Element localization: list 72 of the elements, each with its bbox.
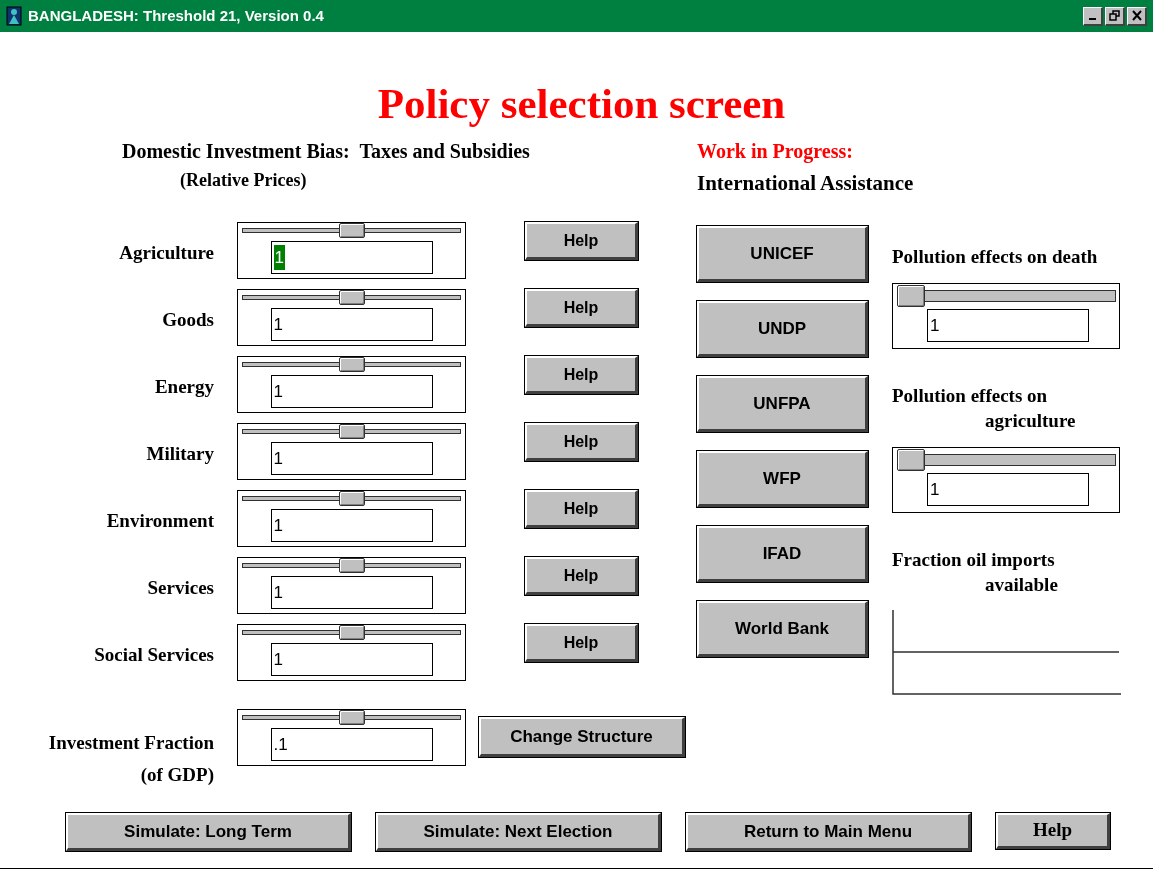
category-label: Energy [154, 375, 214, 399]
close-button[interactable] [1127, 6, 1147, 26]
value-field[interactable]: 1 [927, 473, 1089, 506]
effect-label: Pollution effects on agriculture [892, 384, 1077, 433]
section-subtitle: (Relative Prices) [180, 169, 308, 192]
action-button[interactable]: Simulate: Long Term [66, 813, 351, 851]
effect-label: Pollution effects on death [892, 245, 1099, 269]
slider-thumb[interactable] [338, 357, 365, 372]
action-button[interactable]: Return to Main Menu [686, 813, 971, 851]
action-button[interactable]: Simulate: Next Election [376, 813, 661, 851]
slider[interactable] [897, 449, 1116, 471]
slider[interactable] [897, 285, 1116, 307]
value-field[interactable]: 1 [270, 241, 433, 274]
investment-label: Investment Fraction (of GDP) [48, 731, 214, 787]
category-label: Military [146, 442, 214, 466]
minimize-icon [1089, 18, 1096, 20]
slider[interactable] [242, 558, 461, 573]
value-field[interactable]: 1 [927, 309, 1089, 342]
restore-button[interactable] [1105, 6, 1125, 26]
window-title: BANGLADESH: Threshold 21, Version 0.4 [28, 5, 324, 26]
slider-thumb[interactable] [338, 223, 365, 238]
slider[interactable] [242, 491, 461, 506]
category-label: Agriculture [119, 241, 214, 265]
agency-button[interactable]: World Bank [697, 601, 868, 657]
slider[interactable] [242, 223, 461, 238]
agency-button[interactable]: IFAD [697, 526, 868, 582]
agency-button[interactable]: UNFPA [697, 376, 868, 432]
help-button[interactable]: Help [525, 624, 638, 662]
category-label: Social Services [94, 643, 214, 667]
help-button[interactable]: Help [525, 557, 638, 595]
effect-label: Fraction oil imports available [892, 548, 1059, 597]
value-field[interactable]: 1 [270, 509, 433, 542]
screen-heading: Policy selection screen [377, 79, 786, 129]
value-field[interactable]: 1 [270, 576, 433, 609]
minimize-button[interactable] [1083, 6, 1103, 26]
slider-thumb[interactable] [338, 424, 365, 439]
restore-icon [1108, 10, 1121, 21]
slider-thumb[interactable] [338, 625, 365, 640]
slider-thumb[interactable] [338, 491, 365, 506]
slider[interactable] [242, 625, 461, 640]
slider-thumb[interactable] [338, 558, 365, 573]
slider-thumb[interactable] [897, 449, 925, 471]
action-button[interactable]: Help [996, 813, 1110, 849]
value-field[interactable]: 1 [270, 442, 433, 475]
agency-button[interactable]: UNDP [697, 301, 868, 357]
help-button[interactable]: Help [525, 222, 638, 260]
value-field[interactable]: 1 [270, 375, 433, 408]
category-label: Services [147, 576, 214, 600]
close-icon [1130, 10, 1143, 21]
section-title: Domestic Investment Bias: Taxes and Subsidies [122, 139, 531, 164]
value-field[interactable]: 1 [270, 308, 433, 341]
help-button[interactable]: Help [525, 289, 638, 327]
agency-button[interactable]: UNICEF [697, 226, 868, 282]
value-field[interactable]: .1 [270, 728, 433, 761]
value-field[interactable]: 1 [270, 643, 433, 676]
help-button[interactable]: Help [525, 423, 638, 461]
help-button[interactable]: Help [525, 490, 638, 528]
slider-thumb[interactable] [338, 710, 365, 725]
app-icon [6, 6, 22, 26]
progress-note: Work in Progress: [697, 139, 854, 164]
slider-thumb[interactable] [897, 285, 925, 307]
category-label: Environment [106, 509, 214, 533]
slider[interactable] [242, 424, 461, 439]
category-label: Goods [162, 308, 214, 332]
agency-button[interactable]: WFP [697, 451, 868, 507]
slider[interactable] [242, 290, 461, 305]
slider[interactable] [242, 710, 461, 725]
section-title: International Assistance [697, 170, 915, 196]
slider-thumb[interactable] [338, 290, 365, 305]
slider[interactable] [242, 357, 461, 372]
change-structure-button[interactable]: Change Structure [479, 717, 685, 757]
help-button[interactable]: Help [525, 356, 638, 394]
